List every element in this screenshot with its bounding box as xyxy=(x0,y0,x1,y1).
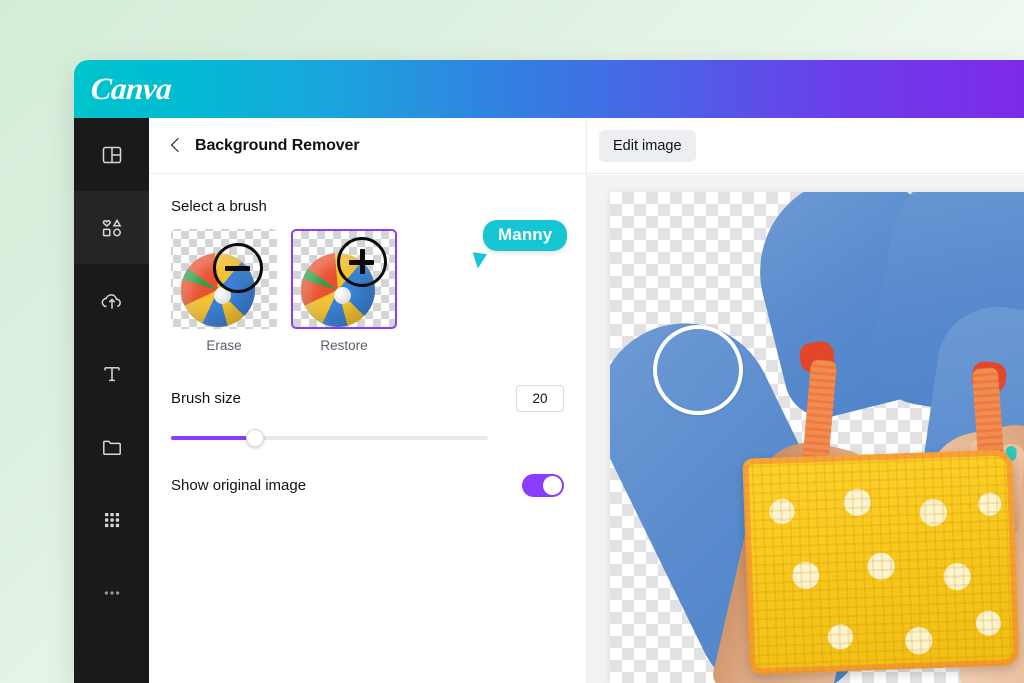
show-original-row: Show original image xyxy=(171,474,564,497)
crochet-top-garment xyxy=(742,449,1020,675)
brush-thumbnail-restore xyxy=(291,229,397,329)
sidebar-item-more[interactable] xyxy=(74,556,149,629)
layout-icon xyxy=(100,143,124,167)
editor-area: Edit image xyxy=(587,118,1024,683)
page-title: Background Remover xyxy=(195,136,360,154)
brush-size-label: Brush size xyxy=(171,390,242,407)
folder-icon xyxy=(100,435,124,459)
cloud-upload-icon xyxy=(99,288,125,314)
brush-option-restore[interactable]: Restore xyxy=(291,229,397,353)
left-nav-rail xyxy=(74,118,149,683)
show-original-toggle[interactable] xyxy=(522,474,564,497)
background-remover-panel: Background Remover Select a brush Erase xyxy=(149,118,586,683)
brush-label-erase: Erase xyxy=(206,338,242,353)
artboard[interactable] xyxy=(610,192,1024,683)
shapes-icon xyxy=(99,215,125,241)
editor-toolbar: Edit image xyxy=(587,118,1024,174)
sidebar-item-projects[interactable] xyxy=(74,410,149,483)
edit-image-button[interactable]: Edit image xyxy=(599,129,696,162)
app-topbar: Canva xyxy=(74,60,1024,118)
plus-circle-icon xyxy=(337,237,387,287)
panel-header: Background Remover xyxy=(149,118,586,174)
minus-circle-icon xyxy=(213,243,263,293)
brush-size-input[interactable]: 20 xyxy=(516,385,564,412)
sidebar-item-design[interactable] xyxy=(74,118,149,191)
brush-cursor-circle xyxy=(653,325,743,415)
grid-apps-icon xyxy=(100,508,124,532)
photo-content xyxy=(610,192,1024,683)
text-icon xyxy=(100,362,124,386)
chevron-left-icon[interactable] xyxy=(171,137,182,155)
sidebar-item-uploads[interactable] xyxy=(74,264,149,337)
sidebar-item-text[interactable] xyxy=(74,337,149,410)
canva-logo[interactable]: Canva xyxy=(90,71,173,107)
show-original-label: Show original image xyxy=(171,477,307,494)
slider-fill xyxy=(171,436,254,440)
brush-label-restore: Restore xyxy=(320,338,368,353)
more-dots-icon xyxy=(100,581,124,605)
sidebar-item-elements[interactable] xyxy=(74,191,149,264)
app-window: Canva Background Remover Select a brush … xyxy=(74,60,1024,683)
brush-option-erase[interactable]: Erase xyxy=(171,229,277,353)
brush-size-row: Brush size 20 xyxy=(171,385,564,412)
brush-section-label: Select a brush xyxy=(171,198,267,215)
toggle-knob xyxy=(543,476,562,495)
brush-size-slider[interactable] xyxy=(171,429,564,447)
brush-thumbnail-erase xyxy=(171,229,277,329)
canvas-area[interactable] xyxy=(587,175,1024,683)
collaborator-cursor-label: Manny xyxy=(483,220,568,251)
sidebar-item-apps[interactable] xyxy=(74,483,149,556)
slider-thumb[interactable] xyxy=(246,429,264,447)
